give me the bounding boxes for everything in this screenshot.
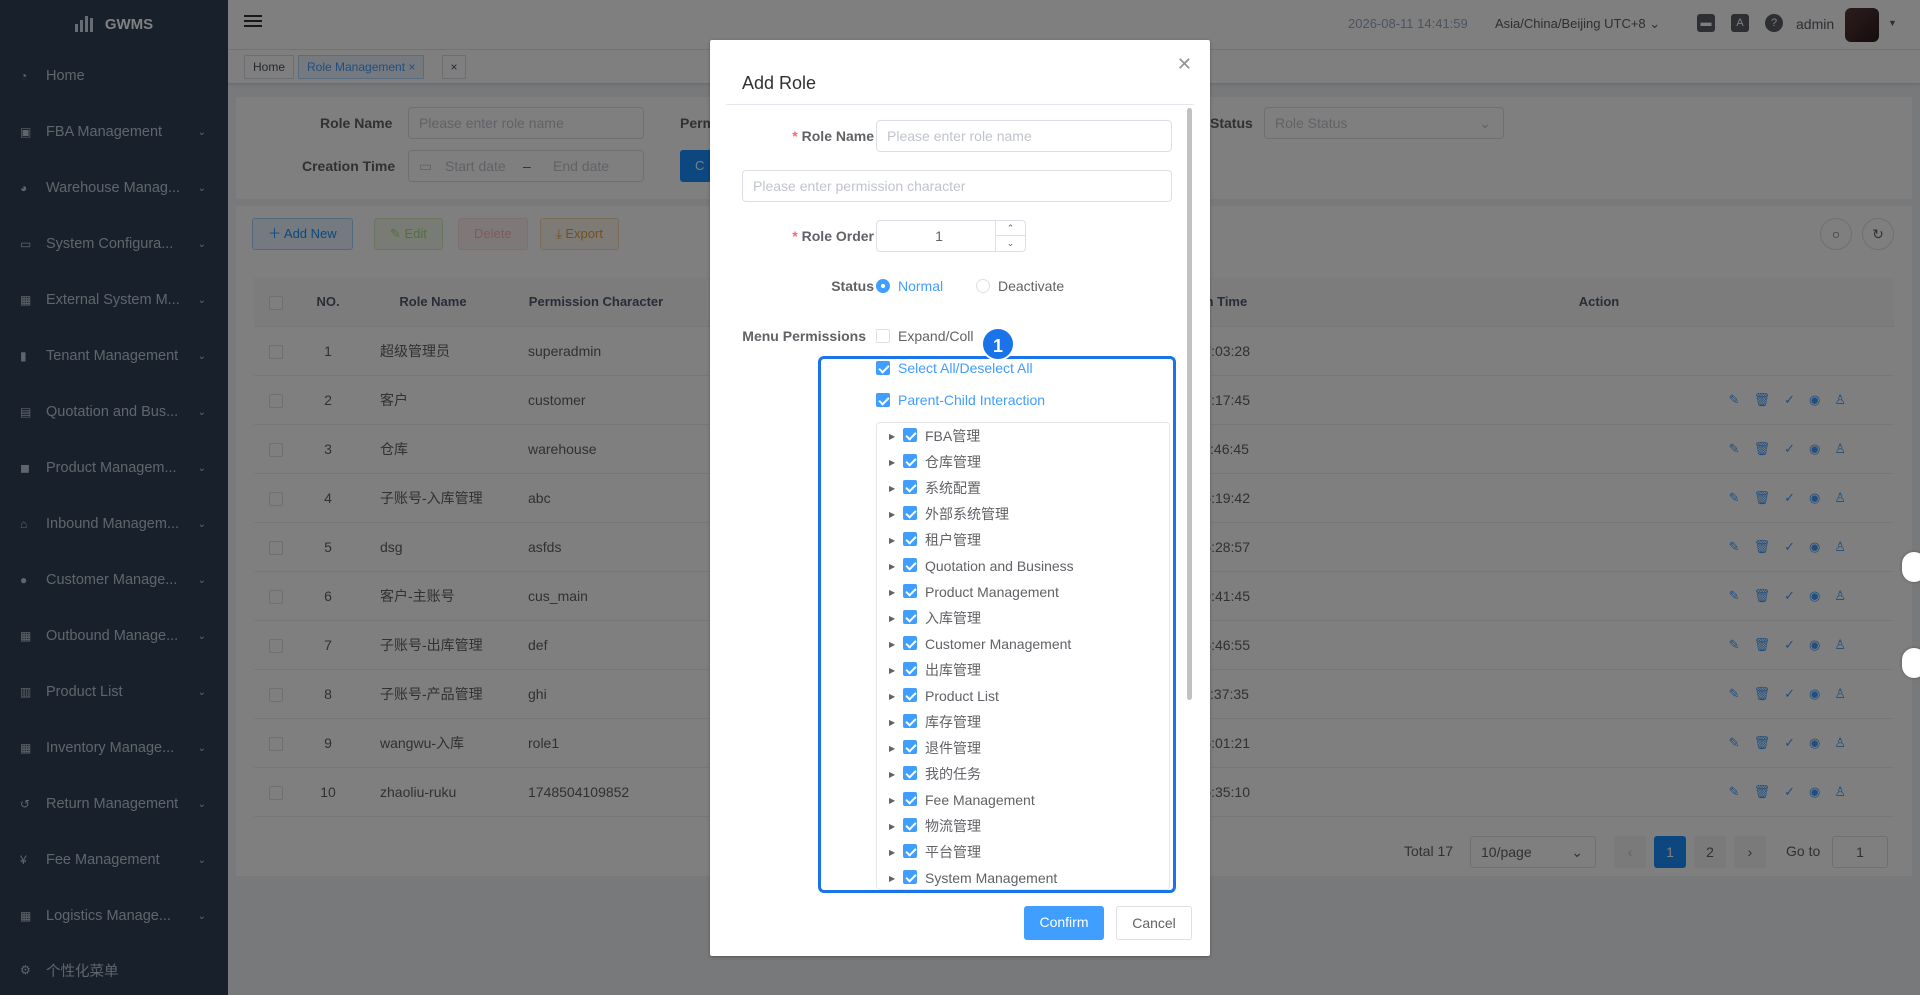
role-name-input[interactable]: Please enter role name [876, 120, 1172, 152]
decrease-icon[interactable]: ⌄ [995, 236, 1025, 251]
status-normal-radio[interactable]: Normal [876, 278, 943, 294]
radio-checked-icon [876, 279, 890, 294]
cancel-button[interactable]: Cancel [1116, 906, 1192, 940]
floating-helper-icon[interactable] [1902, 552, 1920, 582]
radio-icon [976, 279, 990, 294]
confirm-button[interactable]: Confirm [1024, 906, 1104, 940]
floating-support-icon[interactable] [1902, 648, 1920, 678]
status-form-label: Status [831, 278, 874, 294]
role-name-form-label: * Role Name [792, 128, 874, 144]
role-order-form-label: * Role Order [792, 228, 874, 244]
status-deactivate-radio[interactable]: Deactivate [976, 278, 1064, 294]
annotation-badge: 1 [981, 327, 1015, 361]
annotation-highlight-box [818, 356, 1176, 893]
dialog-title: Add Role [742, 73, 817, 93]
dialog-scrollbar[interactable] [1187, 108, 1192, 700]
menu-permissions-label: Menu Permissions [742, 328, 866, 344]
divider [726, 104, 1194, 105]
role-order-stepper[interactable]: 1 ⌃ ⌄ [876, 220, 1026, 252]
close-icon[interactable]: ✕ [1177, 54, 1192, 75]
permission-character-input[interactable]: Please enter permission character [742, 170, 1172, 202]
expand-collapse-checkbox[interactable]: Expand/Coll [876, 328, 974, 344]
increase-icon[interactable]: ⌃ [995, 221, 1025, 236]
checkbox-icon [876, 329, 890, 344]
